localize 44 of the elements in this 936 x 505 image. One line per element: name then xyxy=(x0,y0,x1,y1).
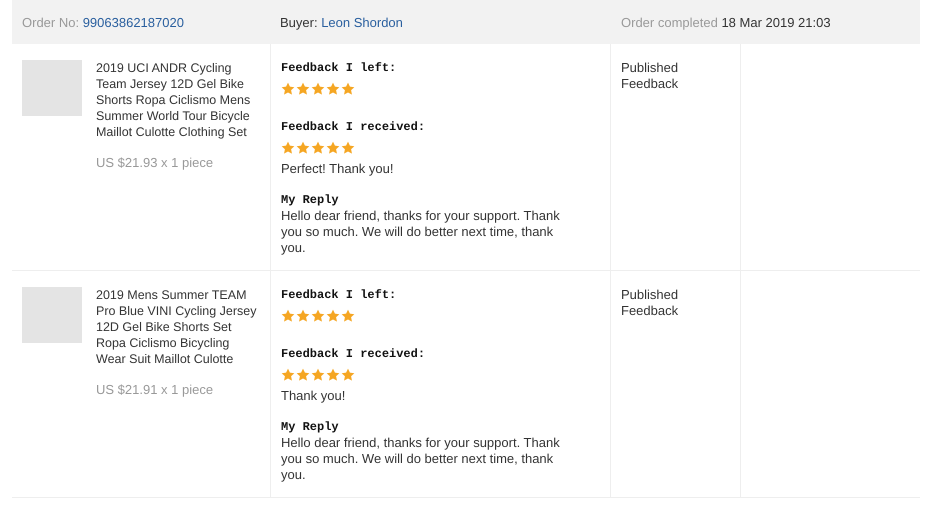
star-icon xyxy=(326,82,340,96)
star-icon xyxy=(341,309,355,323)
reply-label: My Reply xyxy=(281,419,340,435)
feedback-received-label: Feedback I received: xyxy=(281,119,426,135)
buyer-label: Buyer: xyxy=(280,14,318,30)
star-icon xyxy=(326,309,340,323)
feedback-status: Published Feedback xyxy=(621,60,680,92)
star-icon xyxy=(341,368,355,382)
buyer-link[interactable]: Leon Shordon xyxy=(321,14,403,30)
star-icon xyxy=(281,82,295,96)
feedback-comment: Thank you! xyxy=(281,388,346,404)
feedback-received-label: Feedback I received: xyxy=(281,346,426,362)
order-status-label: Order completed xyxy=(621,14,718,30)
star-icon xyxy=(281,368,295,382)
star-icon xyxy=(281,141,295,155)
star-icon xyxy=(326,141,340,155)
order-number-label: Order No: xyxy=(22,14,80,30)
star-icon xyxy=(296,141,310,155)
product-price: US $21.93 x 1 piece xyxy=(96,155,214,170)
star-icon xyxy=(296,309,310,323)
star-icon xyxy=(311,141,325,155)
order-number-link[interactable]: 99063862187020 xyxy=(82,14,184,30)
reply-text: Hello dear friend, thanks for your support. Thank you so much. We will do better next time, thank you. xyxy=(281,435,561,483)
star-icon xyxy=(341,141,355,155)
feedback-status: Published Feedback xyxy=(621,287,680,319)
photo-placeholder xyxy=(22,287,82,343)
order-date: 18 Mar 2019 21:03 xyxy=(721,14,831,30)
star-icon xyxy=(311,82,325,96)
feedback-left-label: Feedback I left: xyxy=(281,60,398,76)
product-title[interactable]: 2019 UCI ANDR Cycling Team Jersey 12D Gel Bike Shorts Ropa Ciclismo Mens Summer World Tour Bicycle Maillot Culotte Clothing Set xyxy=(96,60,262,140)
reply-text: Hello dear friend, thanks for your support. Thank you so much. We will do better next time, thank you. xyxy=(281,208,561,256)
star-icon xyxy=(311,309,325,323)
star-icon xyxy=(326,368,340,382)
product-price: US $21.91 x 1 piece xyxy=(96,382,214,397)
photo-placeholder xyxy=(22,60,82,116)
star-icon xyxy=(341,82,355,96)
reply-label: My Reply xyxy=(281,192,340,208)
star-icon xyxy=(296,368,310,382)
feedback-left-label: Feedback I left: xyxy=(281,287,398,303)
star-icon xyxy=(281,309,295,323)
product-title[interactable]: 2019 Mens Summer TEAM Pro Blue VINI Cycling Jersey 12D Gel Bike Shorts Set Ropa Ciclismo Bicycling Wear Suit Maillot Culotte xyxy=(96,287,262,367)
star-icon xyxy=(311,368,325,382)
star-icon xyxy=(296,82,310,96)
feedback-comment: Perfect! Thank you! xyxy=(281,161,394,177)
